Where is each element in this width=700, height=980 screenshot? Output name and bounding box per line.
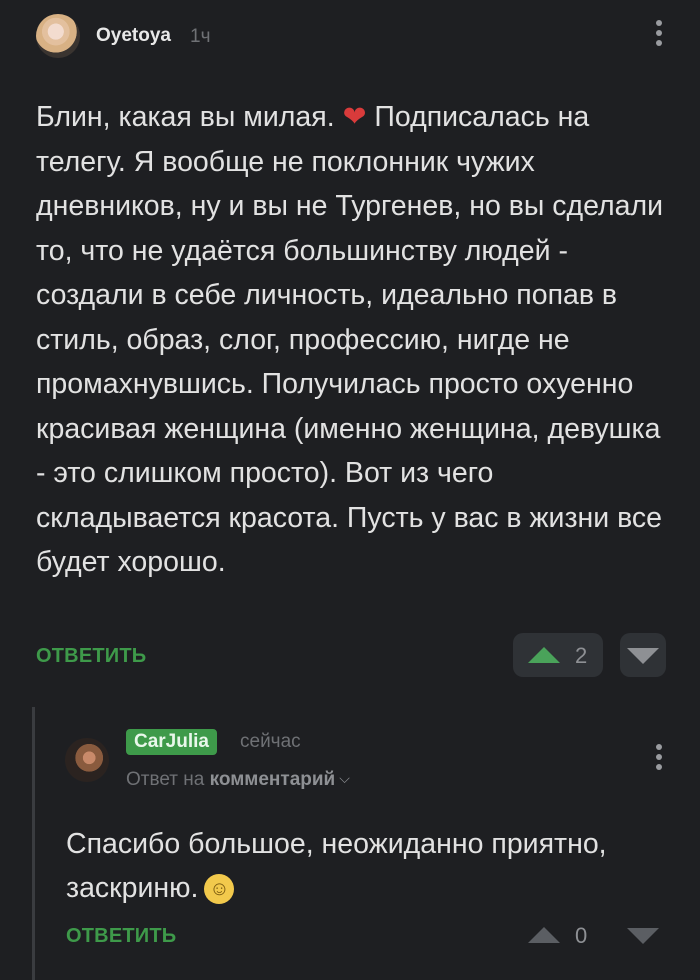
more-menu-icon[interactable] [656, 20, 662, 46]
upvote-icon[interactable] [528, 647, 560, 663]
comment-time: 1ч [190, 26, 211, 47]
more-menu-icon[interactable] [656, 744, 662, 770]
chevron-down-icon: ⌵ [339, 770, 350, 786]
avatar[interactable] [36, 14, 80, 58]
smile-emoji-icon: ☺ [204, 874, 235, 905]
upvote-icon[interactable] [528, 927, 560, 943]
heart-icon: ❤ [342, 101, 367, 133]
reply-button[interactable]: ОТВЕТИТЬ [36, 645, 146, 668]
avatar[interactable] [65, 738, 109, 782]
username[interactable]: Oyetoya [96, 25, 171, 47]
downvote-icon[interactable] [627, 648, 659, 664]
comment-time: сейчас [240, 731, 301, 752]
thread-line [32, 707, 35, 980]
vote-count: 0 [575, 923, 588, 948]
username-badge[interactable]: CarJulia [126, 729, 217, 755]
comment-text: Блин, какая вы милая. ❤ Подписалась на т… [36, 101, 664, 578]
comment-text: Спасибо большое, неожиданно приятно, зас… [66, 828, 607, 905]
reply-button[interactable]: ОТВЕТИТЬ [66, 925, 176, 948]
vote-count: 2 [575, 643, 588, 668]
reply-to-link[interactable]: Ответ на комментарий ⌵ [126, 769, 350, 791]
downvote-icon[interactable] [627, 928, 659, 944]
